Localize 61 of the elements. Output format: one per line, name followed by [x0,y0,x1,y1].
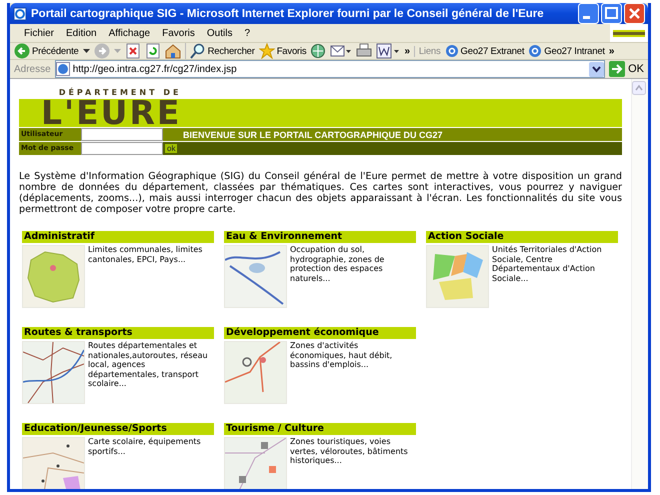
category-description: Zones touristiques, voies vertes, véloroutes, bâtiments historiques... [290,437,409,467]
category-title-link[interactable]: Routes & transports [22,327,214,339]
scrollbar[interactable] [631,79,648,489]
category-title-link[interactable]: Administratif [22,231,214,243]
menu-item[interactable]: Affichage [108,28,150,38]
category-description: Limites communales, limites cantonales, EPCI, Pays... [88,245,204,266]
favorite-link[interactable]: Geo27 Intranet [528,44,605,58]
close-icon[interactable] [624,3,645,24]
dropdown-arrow-icon[interactable] [82,49,90,53]
category-title-link[interactable]: Tourisme / Culture [224,423,416,435]
search-button[interactable]: Rechercher [184,43,255,59]
globe-page-icon[interactable] [444,44,459,58]
stop-icon[interactable] [124,43,141,59]
more-buttons-chevron[interactable]: » [404,46,410,56]
input-field[interactable] [81,142,163,155]
back-button[interactable]: Précédente [14,43,79,59]
links-label: Liens [414,46,441,56]
window-title: Portail cartographique SIG - Microsoft Internet Explorer fourni par le Conseil général de l'Eure [31,8,545,20]
category-description: Zones d'activités économiques, haut débit, bassins d'emplois... [290,341,394,371]
category-description: Carte scolaire, équipements sportifs... [88,437,202,458]
printer-icon[interactable] [356,43,372,59]
document-icon[interactable] [376,43,400,59]
input-field[interactable] [81,128,163,141]
go-button[interactable]: OK [609,61,644,77]
menu-item[interactable]: Edition [66,28,97,38]
search-icon[interactable] [190,43,206,59]
menu-item[interactable]: Fichier [24,28,54,38]
category-description: Routes départementales et nationales,autoroutes, réseau local, agences départementales, transport scolaire... [88,341,209,390]
map-thumbnail-drawing[interactable] [22,341,85,404]
globe-page-icon[interactable] [528,44,542,58]
browser-page-icon[interactable] [13,6,27,20]
address-label: Adresse [14,64,51,74]
globe-icon[interactable] [310,43,326,59]
address-field[interactable]: http://geo.intra.cg27.fr/cg27/index.jsp [54,60,606,78]
category-title-link[interactable]: Développement économique [224,327,416,339]
logo-subtitle: DÉPARTEMENT DE [58,87,182,98]
menu-item[interactable]: ? [244,28,250,38]
ie-page-icon[interactable] [56,62,70,76]
minimize-icon[interactable] [578,3,599,24]
go-arrow-icon[interactable] [609,61,626,77]
menu-item[interactable]: Favoris [162,28,195,38]
ok-button[interactable]: ok [165,144,178,153]
star-icon[interactable] [258,43,275,59]
maximize-icon[interactable] [601,3,622,24]
mail-icon[interactable] [330,43,352,59]
favorite-link[interactable]: Geo27 Extranet [444,44,524,58]
home-icon[interactable] [164,43,181,59]
more-links-chevron[interactable]: » [608,46,614,56]
category-title-link[interactable]: Action Sociale [426,231,618,243]
category-description: Occupation du sol, hydrographie, zones de protection des espaces naturels... [290,245,386,284]
favorites-button[interactable]: Favoris [258,43,306,59]
category-title-link[interactable]: Eau & Environnement [224,231,416,243]
logo-icon[interactable] [610,24,648,42]
welcome-banner-text: BIENVENUE SUR LE PORTAIL CARTOGRAPHIQUE DU CG27 [182,130,443,140]
menu-item[interactable]: Outils [206,28,232,38]
category-description: Unités Territoriales d'Action Sociale, Centre Départementaux d'Action Sociale... [492,245,603,284]
logo-text: L'EURE [41,98,182,127]
refresh-icon[interactable] [144,43,161,59]
map-thumbnail-drawing[interactable] [224,437,287,489]
category-title-link[interactable]: Education/Jeunesse/Sports [22,423,214,435]
intro-paragraph: Le Système d'Information Géographique (SIG) du Conseil général de l'Eure permet de mettre à votre disposition un grand nombre de données du département, classées par thématiques. Ces cartes sont interactives, vous pourrez y naviguer (déplacements, zooms...), mais aussi interroger chacun des objets apparaissant à l'écran. Les fonctionnalités du site vous permettront de composer votre propre carte. [19,171,622,215]
